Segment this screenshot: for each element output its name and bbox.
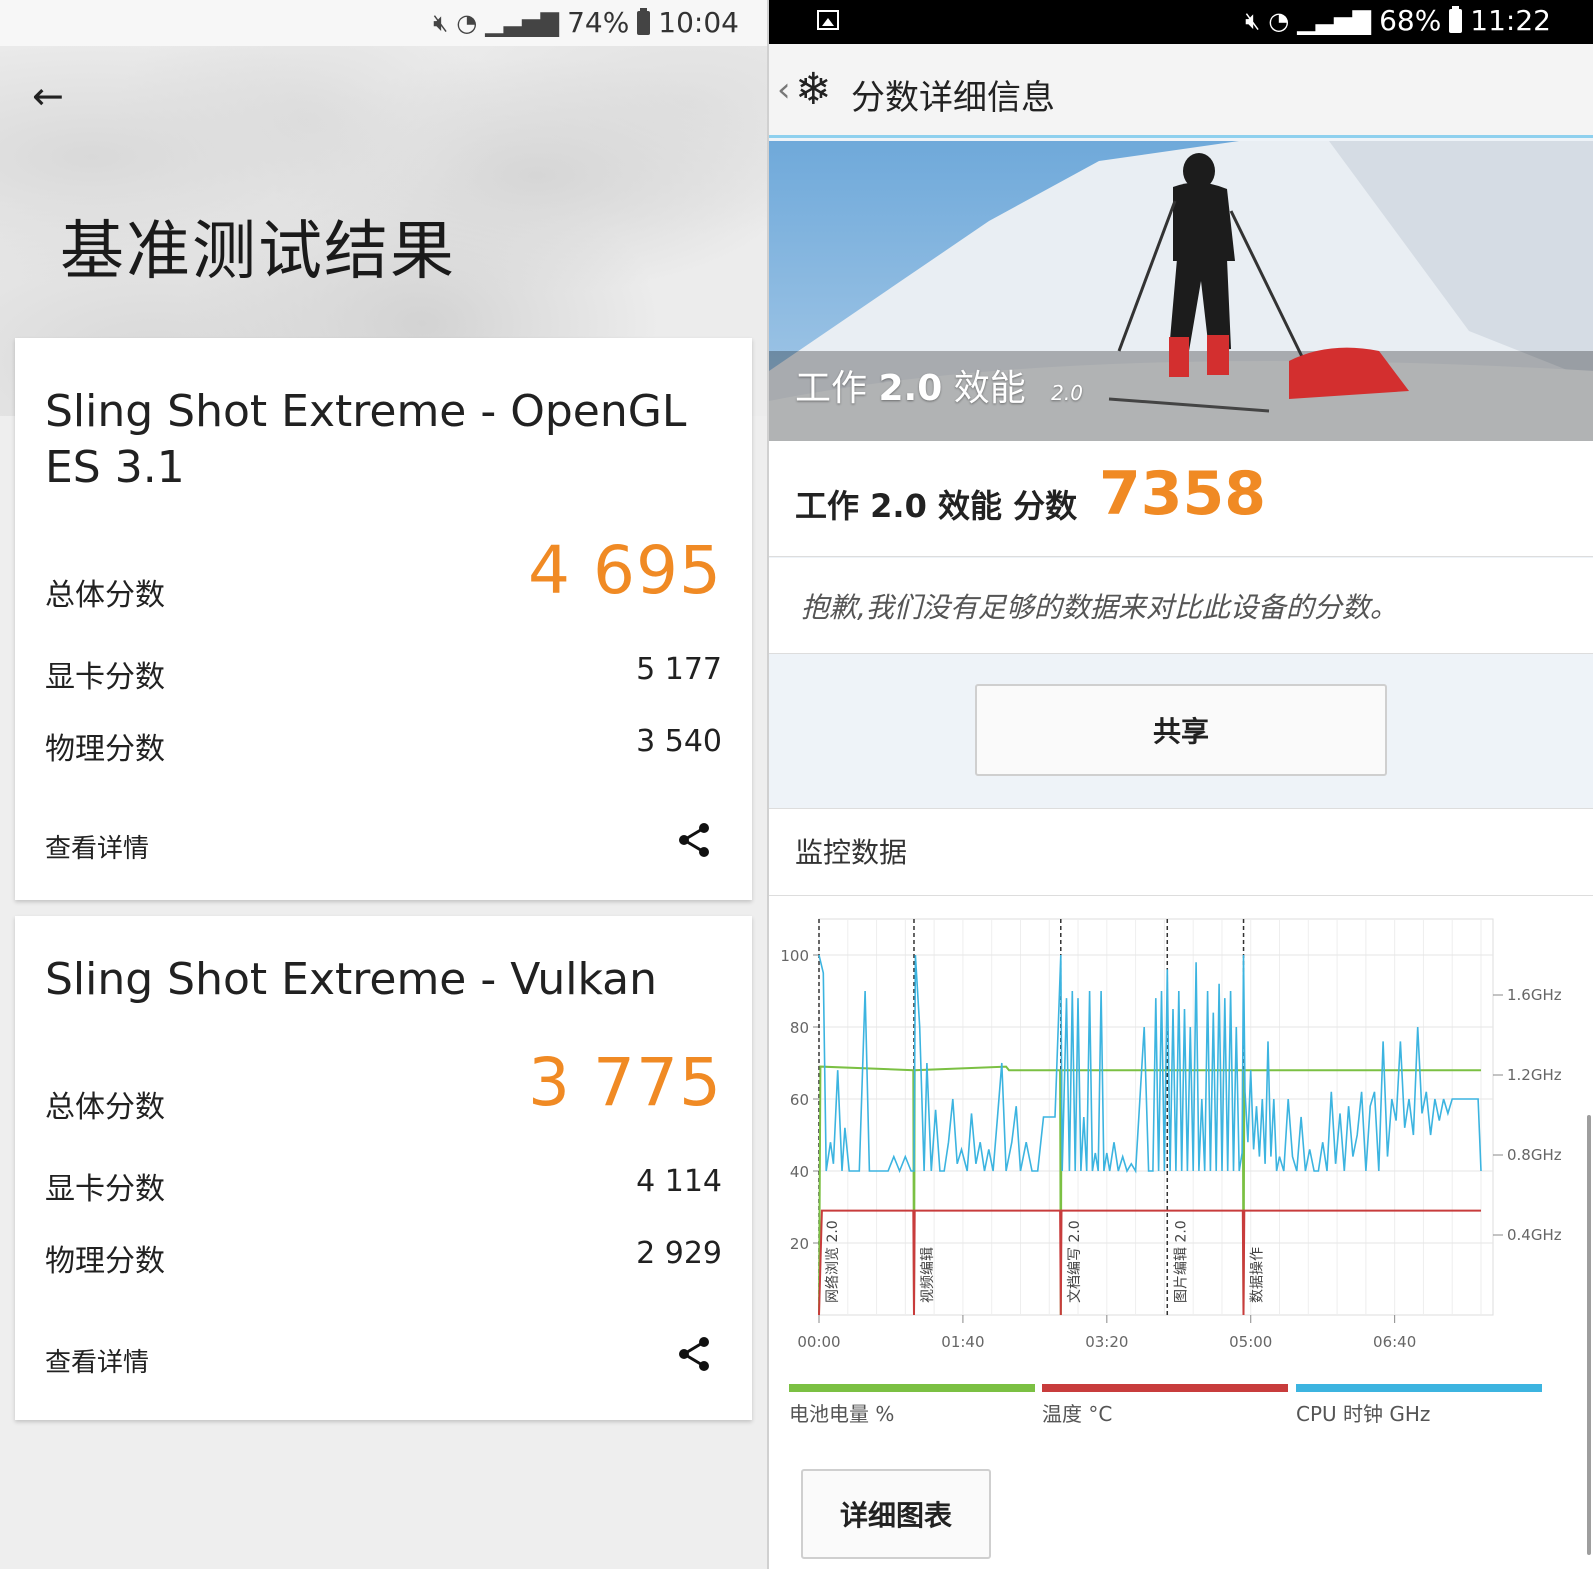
graphics-score-value: 4 114 — [636, 1164, 722, 1199]
y-tick-label: 40 — [790, 1163, 809, 1181]
banner-title-b: 2.0 — [878, 368, 943, 409]
y-tick-label: 20 — [790, 1235, 809, 1253]
legend-temperature: 温度 °C — [1042, 1384, 1288, 1426]
signal-icon: ▁▃▅▇ — [485, 8, 560, 37]
scrollbar[interactable] — [1587, 1115, 1591, 1555]
right-screen: 🔇︎ ◔ ▁▃▅▇ 68% 11:22 ‹ ❄ 分数详细信息 工作 2.0 效能… — [767, 0, 1593, 1569]
no-data-text: 抱歉,我们没有足够的数据来对比此设备的分数。 — [801, 591, 1398, 624]
monitor-title: 监控数据 — [795, 836, 908, 869]
y2-tick-label: 0.8GHz — [1507, 1146, 1562, 1164]
no-data-notice: 抱歉,我们没有足够的数据来对比此设备的分数。 — [769, 558, 1593, 654]
graphics-score-label: 显卡分数 — [45, 660, 165, 695]
y-tick-label: 80 — [790, 1019, 809, 1037]
legend-swatch — [789, 1384, 1035, 1392]
banner-version: 2.0 — [1051, 381, 1083, 405]
snowflake-logo-icon[interactable]: ❄ — [795, 64, 832, 115]
x-tick-label: 05:00 — [1229, 1333, 1272, 1351]
wifi-icon: ◔ — [456, 8, 478, 37]
mute-icon: 🔇︎ — [433, 8, 449, 37]
view-details-link[interactable]: 查看详情 — [45, 828, 149, 865]
overall-score-value: 3 775 — [528, 1044, 722, 1121]
wifi-icon: ◔ — [1268, 6, 1290, 35]
score-value: 7358 — [1099, 459, 1266, 529]
divider — [769, 895, 1593, 896]
battery-percent: 74% — [567, 6, 630, 39]
overall-score-value: 4 695 — [528, 532, 722, 609]
page-title: 基准测试结果 — [60, 215, 456, 289]
battery-icon — [1449, 5, 1463, 33]
banner-title-c: 效能 — [953, 368, 1026, 409]
score-label: 工作 2.0 效能 分数 — [795, 487, 1078, 525]
score-strip: 工作 2.0 效能 分数 7358 — [769, 441, 1593, 557]
back-chevron-icon[interactable]: ‹ — [777, 70, 791, 110]
physics-score-label: 物理分数 — [45, 1244, 165, 1279]
header-title: 分数详细信息 — [851, 78, 1055, 118]
y2-tick-label: 1.6GHz — [1507, 986, 1562, 1004]
banner-title: 工作 2.0 效能 2.0 — [795, 359, 1083, 411]
section-marker-label: 视频编辑 — [920, 1247, 936, 1303]
result-card-opengl: Sling Shot Extreme - OpenGL ES 3.1 总体分数 … — [15, 338, 752, 900]
monitoring-panel: 监控数据 20 40 60 80 100 0.4GHz 0.8GHz 1.2GHz 1.6GHz… — [769, 808, 1593, 1569]
x-tick-label: 01:40 — [941, 1333, 984, 1351]
detail-chart-button[interactable]: 详细图表 — [801, 1469, 991, 1559]
back-arrow-icon[interactable]: ← — [32, 76, 72, 116]
physics-score-value: 3 540 — [636, 724, 722, 759]
legend-swatch — [1296, 1384, 1542, 1392]
section-marker-label: 图片编辑 2.0 — [1173, 1220, 1189, 1303]
x-tick-label: 00:00 — [797, 1333, 840, 1351]
section-marker-label: 网络浏览 2.0 — [825, 1220, 841, 1303]
gallery-icon — [817, 10, 839, 30]
physics-score-label: 物理分数 — [45, 732, 165, 767]
banner-title-a: 工作 — [795, 368, 868, 409]
result-card-vulkan: Sling Shot Extreme - Vulkan 总体分数 3 775 显… — [15, 916, 752, 1420]
share-icon[interactable] — [674, 1334, 714, 1374]
x-tick-label: 06:40 — [1373, 1333, 1416, 1351]
status-bar: 🔇︎ ◔ ▁▃▅▇ 68% 11:22 — [769, 0, 1593, 44]
section-marker-label: 文档编写 2.0 — [1067, 1220, 1083, 1303]
overall-score-label: 总体分数 — [45, 578, 165, 613]
share-icon[interactable] — [674, 820, 714, 860]
legend-label: CPU 时钟 GHz — [1296, 1402, 1431, 1426]
share-button[interactable]: 共享 — [975, 684, 1387, 776]
left-screen: 🔇︎ ◔ ▁▃▅▇ 74% 10:04 ← 基准测试结果 Sling Shot … — [0, 0, 767, 1569]
y-tick-label: 60 — [790, 1091, 809, 1109]
section-marker-label: 数据操作 — [1250, 1247, 1266, 1303]
status-time: 11:22 — [1470, 4, 1551, 37]
mute-icon: 🔇︎ — [1245, 6, 1261, 35]
app-bar: ‹ ❄ 分数详细信息 — [769, 44, 1593, 138]
overall-score-label: 总体分数 — [45, 1090, 165, 1125]
series-line-2 — [818, 954, 1482, 1174]
battery-icon — [637, 7, 651, 35]
card-title: Sling Shot Extreme - OpenGL ES 3.1 — [45, 386, 687, 493]
graphics-score-value: 5 177 — [636, 652, 722, 687]
legend-swatch — [1042, 1384, 1288, 1392]
legend-label: 电池电量 % — [789, 1402, 895, 1426]
physics-score-value: 2 929 — [636, 1236, 722, 1271]
y2-tick-label: 1.2GHz — [1507, 1066, 1562, 1084]
signal-icon: ▁▃▅▇ — [1297, 6, 1372, 35]
monitoring-chart: 20 40 60 80 100 0.4GHz 0.8GHz 1.2GHz 1.6GHz 00:00… — [780, 918, 1562, 1351]
y2-tick-label: 0.4GHz — [1507, 1226, 1562, 1244]
legend-battery: 电池电量 % — [789, 1384, 1035, 1426]
legend-cpu-clock: CPU 时钟 GHz — [1296, 1384, 1542, 1426]
legend-label: 温度 °C — [1042, 1402, 1113, 1426]
banner-image: 工作 2.0 效能 2.0 — [769, 141, 1593, 441]
card-title: Sling Shot Extreme - Vulkan — [45, 954, 658, 1005]
status-bar: 🔇︎ ◔ ▁▃▅▇ 74% 10:04 — [0, 0, 767, 46]
series-line-1 — [818, 1209, 1481, 1316]
view-details-link[interactable]: 查看详情 — [45, 1342, 149, 1379]
status-time: 10:04 — [658, 6, 739, 39]
battery-percent: 68% — [1379, 4, 1442, 37]
y-tick-label: 100 — [780, 947, 809, 965]
graphics-score-label: 显卡分数 — [45, 1172, 165, 1207]
x-tick-label: 03:20 — [1085, 1333, 1128, 1351]
